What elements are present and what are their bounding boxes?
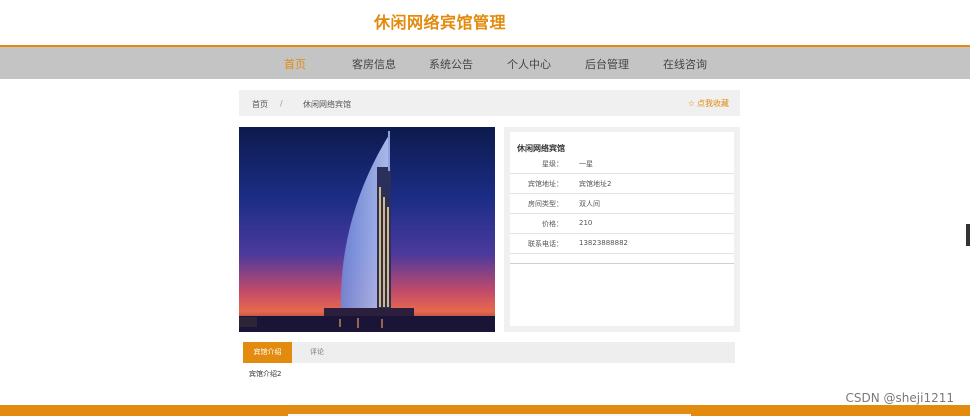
tab-content: 宾馆介绍2 xyxy=(249,370,282,378)
nav-item-rooms[interactable]: 客房信息 xyxy=(352,56,396,72)
scrollbar-thumb[interactable] xyxy=(966,224,970,246)
favorite-label: 点我收藏 xyxy=(697,99,729,108)
info-value: 13823888882 xyxy=(579,239,628,247)
watermark: CSDN @sheji1211 xyxy=(845,391,954,405)
info-divider xyxy=(510,263,734,264)
nav-item-home[interactable]: 首页 xyxy=(284,56,306,72)
info-row-stars: 星级： 一星 xyxy=(510,153,734,174)
info-value: 一星 xyxy=(579,160,593,168)
site-title: 休闲网络宾馆管理 xyxy=(374,13,507,32)
breadcrumb-home-link[interactable]: 首页 xyxy=(252,99,268,110)
hotel-info-card: 休闲网络宾馆 星级： 一星 宾馆地址： 宾馆地址2 房间类型： 双人间 价格： … xyxy=(510,132,734,326)
tab-hotel-intro[interactable]: 宾馆介绍 xyxy=(243,342,292,363)
hotel-photo xyxy=(239,127,495,332)
info-value: 双人间 xyxy=(579,200,600,208)
tab-comments[interactable]: 评论 xyxy=(303,342,331,363)
nav-item-consult[interactable]: 在线咨询 xyxy=(663,56,707,72)
info-label: 房间类型： xyxy=(528,200,563,208)
info-row-address: 宾馆地址： 宾馆地址2 xyxy=(510,173,734,194)
nav-item-profile[interactable]: 个人中心 xyxy=(507,56,551,72)
info-value: 210 xyxy=(579,219,593,227)
info-label: 价格： xyxy=(542,220,563,228)
info-row-room-type: 房间类型： 双人间 xyxy=(510,193,734,214)
info-row-phone: 联系电话： 13823888882 xyxy=(510,233,734,254)
breadcrumb-current: 休闲网络宾馆 xyxy=(303,100,351,109)
info-row-price: 价格： 210 xyxy=(510,213,734,234)
hotel-info-panel: 休闲网络宾馆 星级： 一星 宾馆地址： 宾馆地址2 房间类型： 双人间 价格： … xyxy=(504,127,740,332)
star-outline-icon: ☆ xyxy=(687,99,695,108)
info-label: 星级： xyxy=(542,160,563,168)
detail-tabs: 宾馆介绍 评论 xyxy=(243,342,735,363)
breadcrumb-separator: / xyxy=(280,99,283,108)
nav-item-admin[interactable]: 后台管理 xyxy=(585,56,629,72)
favorite-button[interactable]: ☆ 点我收藏 xyxy=(688,98,729,109)
info-value: 宾馆地址2 xyxy=(579,180,612,188)
breadcrumb: 首页 / 休闲网络宾馆 ☆ 点我收藏 xyxy=(239,90,740,116)
nav-item-announcements[interactable]: 系统公告 xyxy=(429,56,473,72)
main-nav: 首页 客房信息 系统公告 个人中心 后台管理 在线咨询 xyxy=(0,45,970,79)
info-label: 联系电话： xyxy=(528,240,563,248)
info-label: 宾馆地址： xyxy=(528,180,563,188)
